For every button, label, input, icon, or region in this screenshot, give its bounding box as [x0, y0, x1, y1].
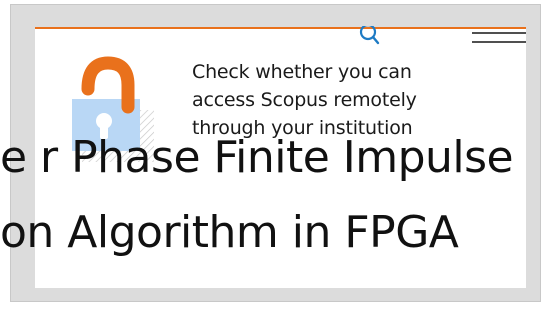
search-icon[interactable]	[356, 26, 382, 48]
accent-divider	[35, 27, 526, 29]
promo-line: through your institution	[192, 117, 413, 139]
promo-line: Check whether you can	[192, 61, 412, 83]
remote-access-message[interactable]: Check whether you can access Scopus remo…	[192, 58, 472, 142]
document-title-line-2: on Algorithm in FPGA	[0, 207, 459, 258]
hamburger-menu-icon[interactable]	[472, 30, 526, 46]
promo-line: access Scopus remotely	[192, 89, 417, 111]
